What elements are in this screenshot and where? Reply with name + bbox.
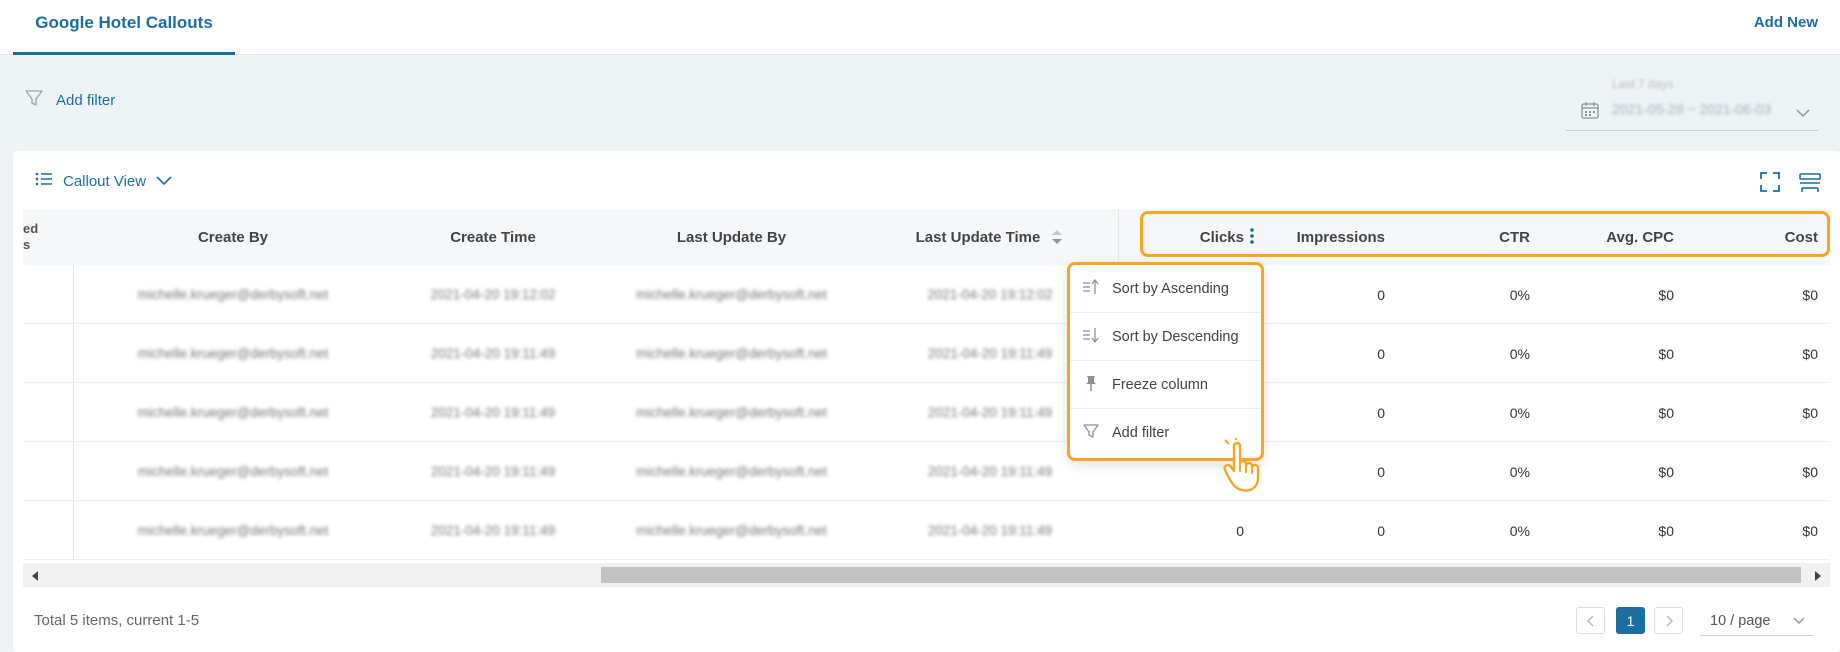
add-new-link[interactable]: Add New (1754, 14, 1818, 31)
column-ctr[interactable]: CTR (1385, 209, 1530, 265)
cell-avg-cpc: $0 (1658, 345, 1674, 362)
filter-icon (1082, 422, 1100, 444)
cell-avg-cpc: $0 (1658, 522, 1674, 539)
cell-create-time: 2021-04-20 19:11:49 (430, 464, 556, 479)
cell-update-by: michelle.krueger@derbysoft.net (636, 287, 827, 302)
menu-item-label: Add filter (1112, 425, 1170, 441)
tab-google-hotel-callouts[interactable]: Google Hotel Callouts (13, 0, 235, 55)
table-row: michelle.krueger@derbysoft.net 2021-04-2… (23, 442, 1830, 501)
cell-update-by: michelle.krueger@derbysoft.net (636, 346, 827, 361)
cell-create-by: michelle.krueger@derbysoft.net (137, 523, 329, 538)
column-clicks[interactable]: Clicks (1123, 209, 1244, 265)
column-avg-cpc[interactable]: Avg. CPC (1530, 209, 1674, 265)
prev-page-button[interactable] (1576, 607, 1605, 634)
scroll-left-arrow-icon[interactable] (31, 569, 39, 587)
cell-cost: $0 (1802, 463, 1818, 480)
cell-create-time: 2021-04-20 19:11:49 (430, 523, 556, 538)
hand-pointer-icon (1222, 437, 1272, 499)
cell-ctr: 0% (1509, 404, 1530, 421)
view-selector[interactable]: Callout View (35, 171, 172, 191)
cell-create-by: michelle.krueger@derbysoft.net (137, 405, 329, 420)
menu-item-label: Sort by Ascending (1112, 280, 1229, 297)
list-icon (35, 171, 53, 191)
last-update-time-label: Last Update Time (915, 228, 1041, 246)
page-size-select[interactable]: 10 / page (1700, 606, 1813, 636)
menu-item-label: Freeze column (1112, 376, 1208, 393)
fullscreen-icon[interactable] (1759, 171, 1781, 198)
column-create-by[interactable]: Create By (73, 209, 393, 265)
column-impressions[interactable]: Impressions (1258, 209, 1385, 265)
cell-impressions: 0 (1377, 345, 1385, 362)
sort-ascending-icon (1082, 278, 1100, 300)
cell-cost: $0 (1802, 286, 1818, 303)
scroll-right-arrow-icon[interactable] (1814, 569, 1822, 587)
page-size-value: 10 / page (1710, 612, 1771, 629)
table-row: michelle.krueger@derbysoft.net 2021-04-2… (23, 324, 1830, 383)
pin-icon (1082, 374, 1100, 396)
cell-impressions: 0 (1377, 286, 1385, 303)
cell-create-by: michelle.krueger@derbysoft.net (137, 346, 329, 361)
table-row: michelle.krueger@derbysoft.net 2021-04-2… (23, 265, 1830, 324)
cell-create-by: michelle.krueger@derbysoft.net (137, 464, 329, 479)
cell-impressions: 0 (1377, 463, 1385, 480)
cell-create-time: 2021-04-20 19:12:02 (430, 287, 556, 302)
sort-icon[interactable] (1050, 228, 1064, 246)
cell-cost: $0 (1802, 345, 1818, 362)
next-page-button[interactable] (1654, 607, 1683, 634)
cell-ctr: 0% (1509, 345, 1530, 362)
filter-icon (24, 88, 44, 112)
horizontal-scrollbar[interactable] (23, 563, 1830, 587)
column-divider (1118, 209, 1119, 265)
date-range-value: 2021-05-28 ~ 2021-06-03 (1612, 101, 1772, 117)
add-filter-label: Add filter (56, 91, 116, 109)
page-number-button[interactable]: 1 (1616, 607, 1645, 634)
column-cost[interactable]: Cost (1674, 209, 1818, 265)
cell-create-time: 2021-04-20 19:11:49 (430, 346, 556, 361)
cell-update-time: 2021-04-20 19:11:49 (927, 523, 1053, 538)
menu-sort-descending[interactable]: Sort by Descending (1070, 313, 1261, 361)
scrollbar-thumb[interactable] (601, 567, 1801, 583)
chevron-down-icon (1796, 105, 1810, 123)
cell-impressions: 0 (1377, 404, 1385, 421)
partial-column-header: ed s (23, 221, 39, 252)
cell-create-time: 2021-04-20 19:11:49 (430, 405, 556, 420)
cell-cost: $0 (1802, 522, 1818, 539)
cell-update-by: michelle.krueger@derbysoft.net (636, 405, 827, 420)
total-items-text: Total 5 items, current 1-5 (34, 612, 200, 629)
menu-item-label: Sort by Descending (1112, 328, 1239, 345)
cell-update-by: michelle.krueger@derbysoft.net (636, 523, 827, 538)
view-label: Callout View (63, 172, 147, 190)
cell-clicks: 0 (1236, 522, 1244, 539)
menu-freeze-column[interactable]: Freeze column (1070, 361, 1261, 409)
table-header: ed s Create By Create Time Last Update B… (23, 209, 1830, 265)
cell-ctr: 0% (1509, 286, 1530, 303)
cell-avg-cpc: $0 (1658, 286, 1674, 303)
date-range-picker[interactable]: Last 7 days 2021-05-28 ~ 2021-06-03 (1566, 73, 1818, 131)
column-context-menu: Sort by Ascending Sort by Descending Fre… (1067, 262, 1264, 461)
sort-descending-icon (1082, 326, 1100, 348)
column-create-time[interactable]: Create Time (393, 209, 593, 265)
table-row: michelle.krueger@derbysoft.net 2021-04-2… (23, 383, 1830, 442)
callout-table-card: Callout View ed s Create By Create Time … (13, 151, 1840, 652)
cell-impressions: 0 (1377, 522, 1385, 539)
cell-avg-cpc: $0 (1658, 404, 1674, 421)
cell-ctr: 0% (1509, 522, 1530, 539)
more-vertical-icon[interactable] (1249, 226, 1255, 251)
chevron-down-icon (1793, 613, 1805, 629)
chevron-down-icon (156, 173, 172, 190)
top-bar: Google Hotel Callouts Add New (0, 0, 1840, 55)
add-filter-button[interactable]: Add filter (24, 88, 115, 112)
cell-ctr: 0% (1509, 463, 1530, 480)
cell-update-by: michelle.krueger@derbysoft.net (636, 464, 827, 479)
cell-avg-cpc: $0 (1658, 463, 1674, 480)
menu-sort-ascending[interactable]: Sort by Ascending (1070, 265, 1261, 313)
cell-cost: $0 (1802, 404, 1818, 421)
calendar-icon (1580, 100, 1600, 125)
date-range-caption: Last 7 days (1612, 77, 1674, 91)
cell-create-by: michelle.krueger@derbysoft.net (137, 287, 329, 302)
column-last-update-time[interactable]: Last Update Time (870, 209, 1110, 265)
column-last-update-by[interactable]: Last Update By (593, 209, 870, 265)
table-row: michelle.krueger@derbysoft.net 2021-04-2… (23, 501, 1830, 560)
density-icon[interactable] (1798, 171, 1822, 198)
